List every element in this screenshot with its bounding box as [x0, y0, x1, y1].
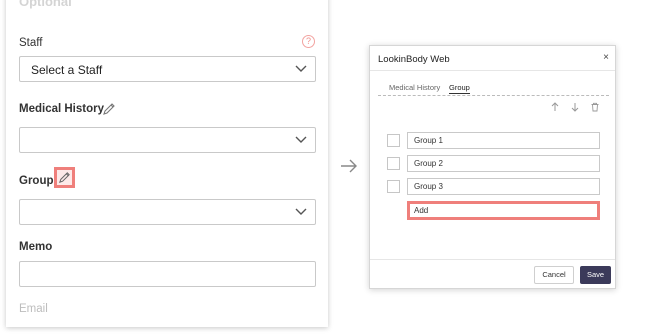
group-row-input[interactable]: Group 1: [407, 132, 600, 149]
tab-group[interactable]: Group: [449, 83, 470, 94]
group-row-input[interactable]: Group 2: [407, 155, 600, 172]
staff-select-value: Select a Staff: [31, 63, 103, 77]
chevron-down-icon: [295, 65, 307, 72]
group-row-checkbox[interactable]: [387, 134, 400, 147]
pencil-icon[interactable]: [102, 102, 116, 116]
close-icon[interactable]: ×: [603, 52, 609, 63]
chevron-down-icon: [295, 136, 307, 143]
section-title-optional: Optional: [19, 0, 72, 9]
group-row-text: Group 2: [414, 159, 443, 168]
help-icon[interactable]: ?: [302, 35, 315, 48]
arrow-right-icon: [341, 159, 357, 173]
add-group-input[interactable]: Add: [407, 201, 600, 220]
group-row-checkbox[interactable]: [387, 157, 400, 170]
group-row-checkbox[interactable]: [387, 180, 400, 193]
cancel-button[interactable]: Cancel: [534, 266, 574, 284]
trash-icon[interactable]: [590, 102, 600, 112]
arrow-down-icon[interactable]: [570, 102, 580, 112]
group-dialog: LookinBody Web × Medical History Group G…: [369, 45, 616, 289]
group-edit-highlight[interactable]: [54, 167, 75, 188]
group-row-text: Group 1: [414, 136, 443, 145]
add-group-text: Add: [414, 206, 429, 215]
memo-input[interactable]: [19, 261, 316, 287]
tab-divider: [378, 95, 609, 96]
arrow-up-icon[interactable]: [550, 102, 560, 112]
group-select[interactable]: [19, 199, 316, 225]
medical-history-select[interactable]: [19, 127, 316, 153]
group-label: Group: [19, 175, 54, 187]
save-button[interactable]: Save: [580, 266, 611, 284]
pencil-icon: [59, 172, 70, 183]
dialog-footer-divider: [370, 259, 615, 260]
memo-label: Memo: [19, 241, 53, 253]
patient-form-panel: Optional Staff ? Select a Staff Medical …: [6, 0, 328, 327]
staff-label: Staff: [19, 37, 43, 49]
group-row-input[interactable]: Group 3: [407, 178, 600, 195]
chevron-down-icon: [295, 208, 307, 215]
dialog-title: LookinBody Web: [378, 54, 450, 65]
email-label: Email: [19, 303, 48, 315]
medical-history-label: Medical History: [19, 103, 104, 115]
dialog-header-divider: [370, 70, 615, 71]
tab-medical-history[interactable]: Medical History: [389, 83, 440, 92]
staff-select[interactable]: Select a Staff: [19, 56, 316, 82]
group-row-text: Group 3: [414, 182, 443, 191]
